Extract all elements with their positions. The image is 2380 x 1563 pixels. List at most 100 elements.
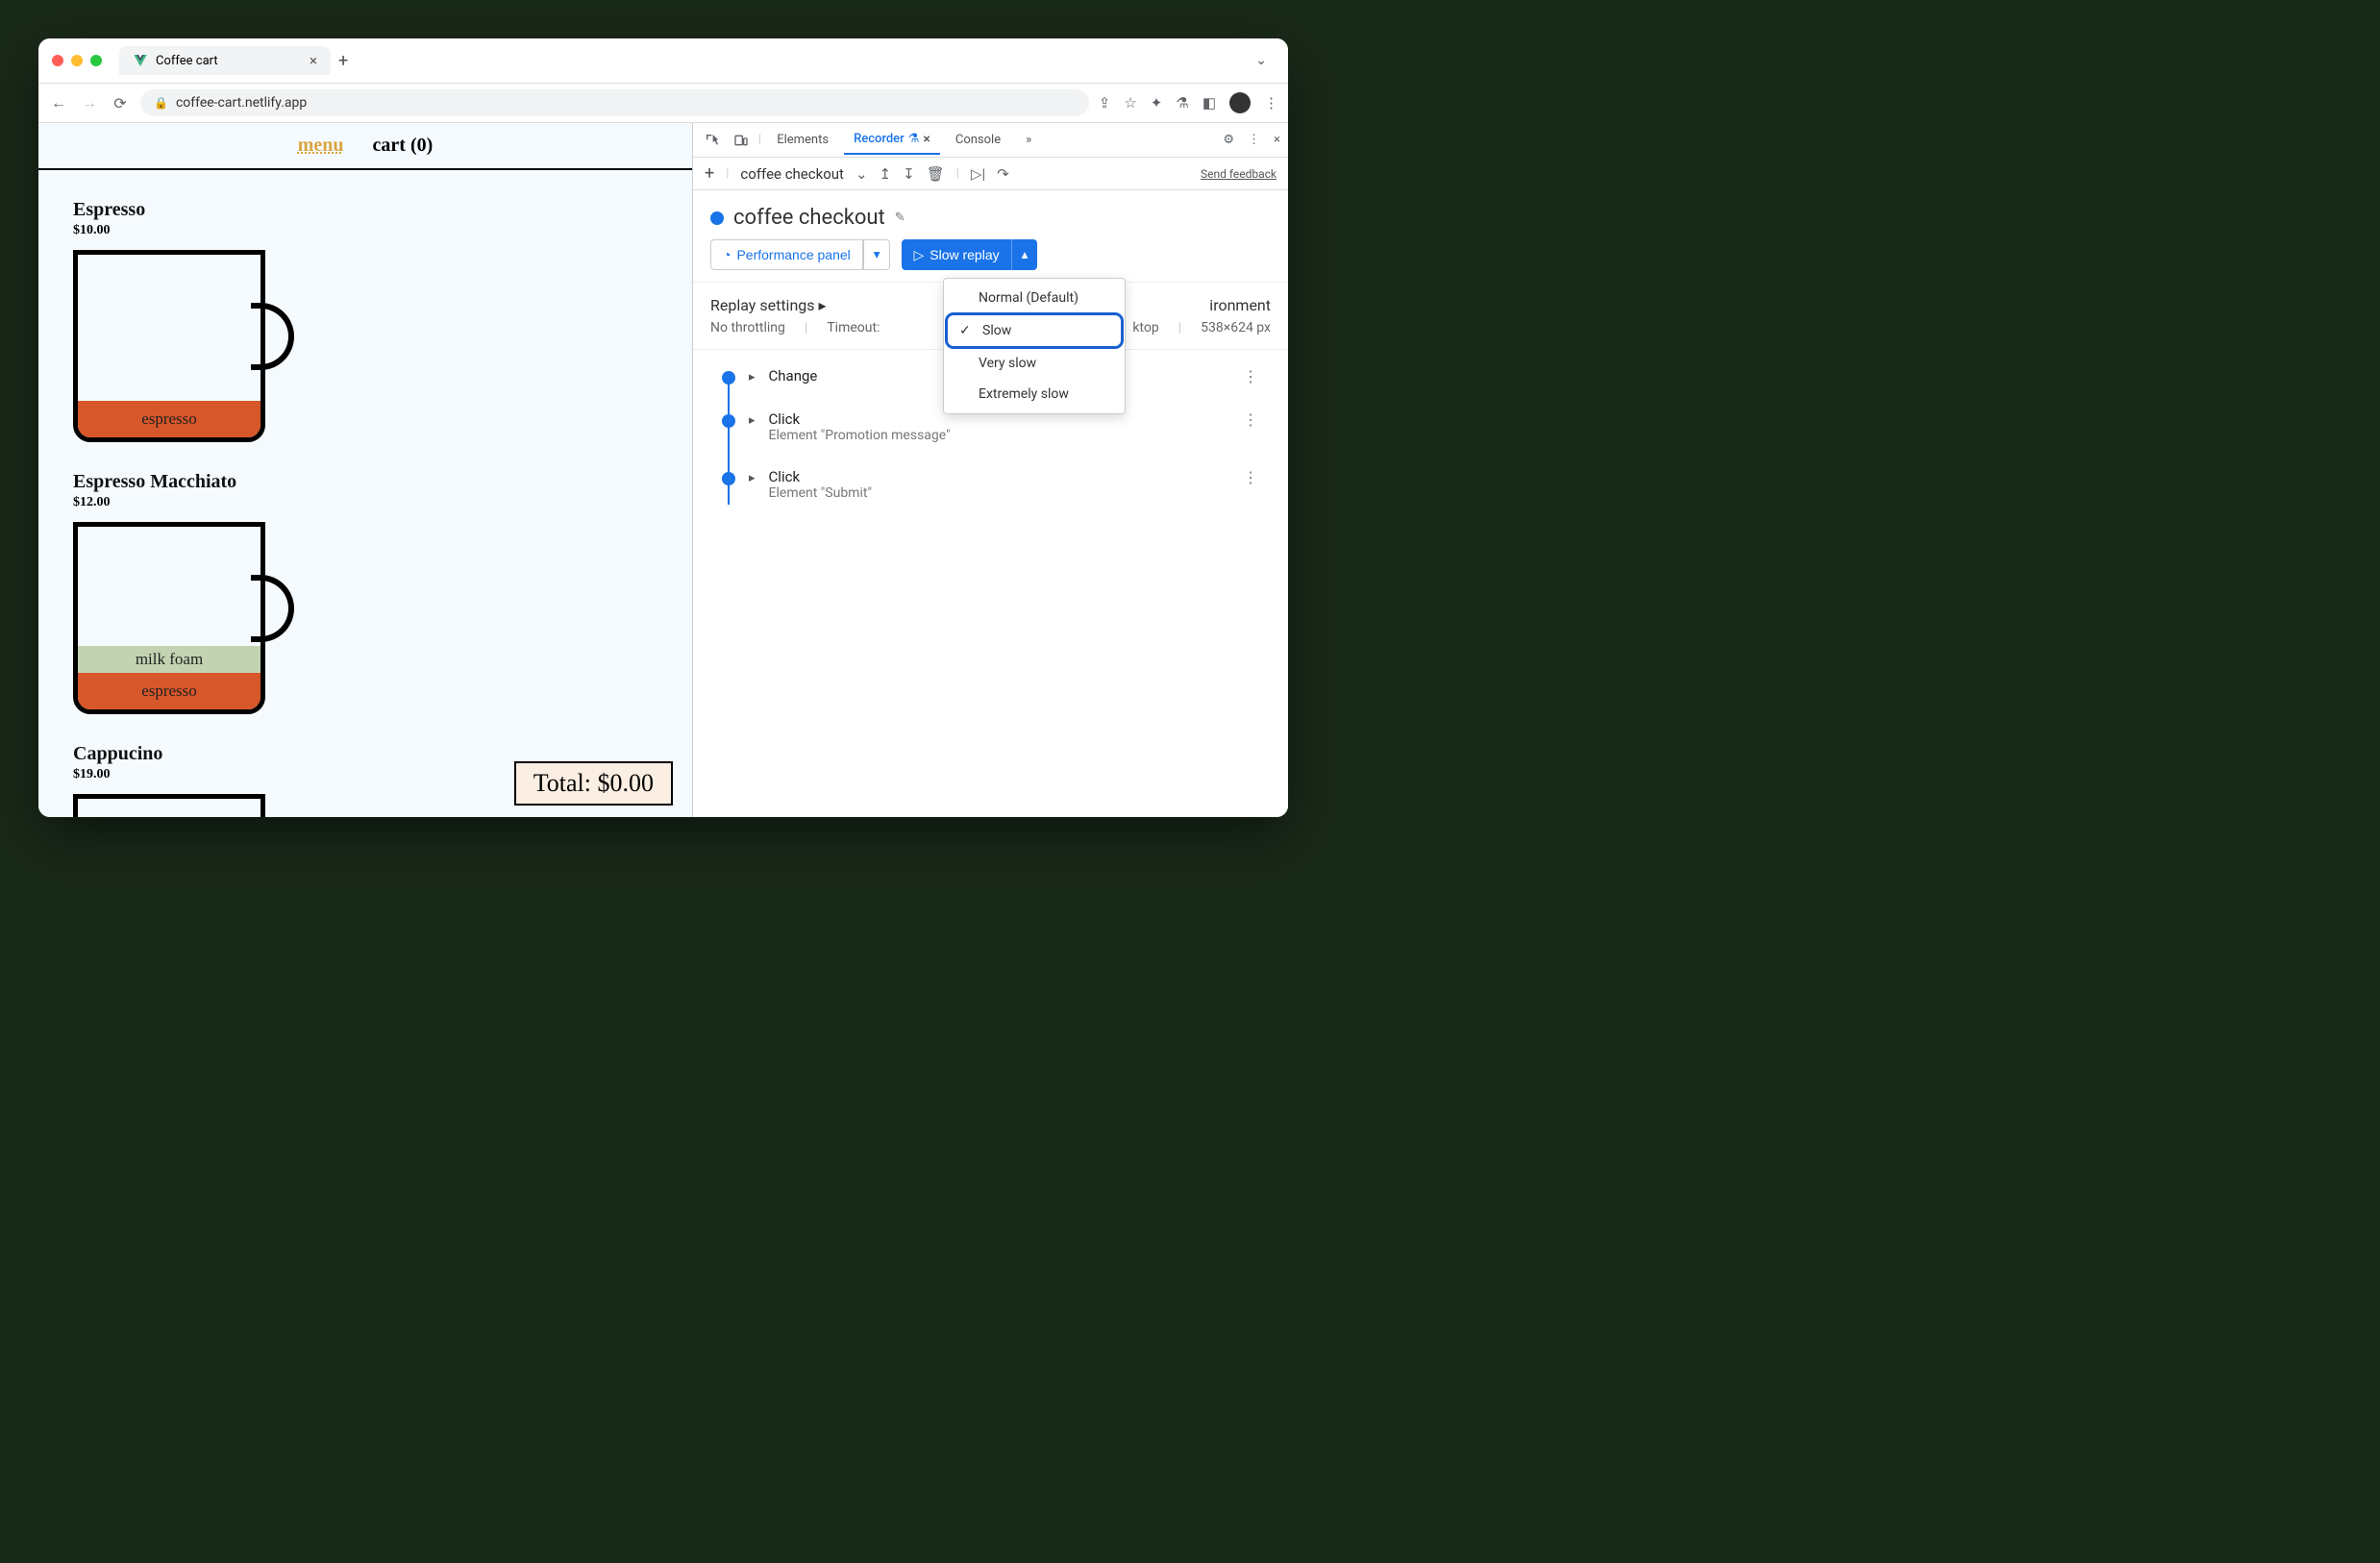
- tab-recorder[interactable]: Recorder ⚗ ×: [844, 126, 940, 155]
- new-tab-button[interactable]: +: [338, 51, 348, 71]
- device-toggle-icon[interactable]: [730, 127, 753, 154]
- speed-very-slow[interactable]: Very slow: [944, 348, 1125, 379]
- tabs-chevron-icon[interactable]: ⌄: [1248, 49, 1275, 72]
- share-icon[interactable]: ⇪: [1099, 94, 1111, 112]
- forward-button[interactable]: →: [79, 92, 100, 113]
- device-value[interactable]: ktop: [1132, 320, 1158, 335]
- cup-graphic: espresso: [73, 250, 294, 442]
- delete-icon[interactable]: 🗑: [927, 165, 945, 183]
- labs-icon[interactable]: ⚗: [1176, 94, 1188, 112]
- new-recording-button[interactable]: +: [705, 163, 714, 184]
- timeout-label[interactable]: Timeout:: [827, 320, 880, 335]
- recording-selector[interactable]: coffee checkout: [740, 165, 844, 183]
- traffic-lights: [52, 55, 102, 66]
- browser-window: Coffee cart × + ⌄ ← → ⟳ 🔒 coffee-cart.ne…: [38, 38, 1288, 817]
- replay-settings-label[interactable]: Replay settings ▸: [710, 296, 827, 314]
- speed-normal[interactable]: Normal (Default): [944, 283, 1125, 313]
- step-more-icon[interactable]: ⋮: [1243, 367, 1259, 385]
- expand-step-icon[interactable]: ▸: [749, 370, 756, 385]
- inspect-icon[interactable]: [701, 127, 724, 154]
- product-card[interactable]: Espresso Macchiato $12.00 milk foamespre…: [73, 471, 352, 714]
- step-more-icon[interactable]: ⋮: [1243, 410, 1259, 429]
- environment-label: ironment: [1209, 296, 1271, 314]
- play-icon: ▷: [913, 247, 924, 263]
- maximize-window-button[interactable]: [90, 55, 102, 66]
- product-card[interactable]: Espresso $10.00 espresso: [73, 199, 352, 442]
- recording-dot-icon: [710, 211, 724, 225]
- replay-button[interactable]: ▷ Slow replay: [902, 239, 1010, 270]
- cup-handle: [251, 575, 294, 642]
- url-bar: ← → ⟳ 🔒 coffee-cart.netlify.app ⇪ ☆ ✦ ⚗ …: [38, 84, 1288, 123]
- product-name: Espresso: [73, 199, 352, 221]
- vue-favicon: [133, 53, 148, 68]
- devtools-kebab-icon[interactable]: ⋮: [1248, 133, 1260, 147]
- recorder-header: coffee checkout ✎: [693, 190, 1288, 239]
- export-icon[interactable]: ↥: [880, 165, 892, 183]
- cup-body: espresso: [73, 250, 265, 442]
- step-icon[interactable]: ↷: [997, 165, 1009, 183]
- product-card[interactable]: Cappucino $19.00 milk foamsteamed milkes…: [73, 743, 352, 817]
- recording-title: coffee checkout: [733, 206, 885, 230]
- close-window-button[interactable]: [52, 55, 63, 66]
- extensions-icon[interactable]: ✦: [1151, 94, 1163, 112]
- nav-menu-link[interactable]: menu: [298, 135, 344, 157]
- tab-console[interactable]: Console: [946, 127, 1010, 153]
- url-text: coffee-cart.netlify.app: [176, 95, 307, 111]
- tab-elements[interactable]: Elements: [767, 127, 838, 153]
- step-over-icon[interactable]: ▷|: [971, 165, 985, 183]
- devtools-panel: | Elements Recorder ⚗ × Console » ⚙ ⋮ × …: [692, 123, 1288, 817]
- dimensions-value[interactable]: 538×624 px: [1201, 320, 1271, 335]
- throttling-value[interactable]: No throttling: [710, 320, 785, 335]
- replay-speed-dropdown: Normal (Default) ✓ Slow Very slow Extrem…: [943, 278, 1126, 414]
- expand-step-icon[interactable]: ▸: [749, 471, 756, 485]
- settings-gear-icon[interactable]: ⚙: [1223, 133, 1234, 147]
- url-actions: ⇪ ☆ ✦ ⚗ ◧ ⋮: [1099, 92, 1278, 113]
- lock-icon: 🔒: [154, 96, 168, 110]
- send-feedback-link[interactable]: Send feedback: [1201, 167, 1277, 181]
- browser-tab[interactable]: Coffee cart ×: [119, 46, 331, 75]
- import-icon[interactable]: ↧: [903, 165, 915, 183]
- cup-layer: espresso: [78, 673, 260, 709]
- title-bar: Coffee cart × + ⌄: [38, 38, 1288, 84]
- replay-speed-dropdown-button[interactable]: ▴: [1011, 239, 1038, 270]
- close-recorder-tab-icon[interactable]: ×: [923, 132, 930, 147]
- close-devtools-icon[interactable]: ×: [1274, 133, 1280, 147]
- recorder-toolbar: + | coffee checkout ⌄ ↥ ↧ 🗑 | ▷| ↷ Send …: [693, 158, 1288, 190]
- product-name: Cappucino: [73, 743, 352, 765]
- performance-panel-dropdown[interactable]: ▾: [863, 239, 891, 270]
- panel-icon[interactable]: ◧: [1202, 94, 1216, 112]
- recording-dropdown-icon[interactable]: ⌄: [855, 165, 868, 183]
- step-dot-icon: [722, 371, 735, 385]
- kebab-menu-icon[interactable]: ⋮: [1264, 94, 1278, 112]
- edit-title-icon[interactable]: ✎: [895, 211, 905, 225]
- step-title: Click: [769, 410, 951, 428]
- recorder-actions: ◔ Performance panel ▾ ▷ Slow replay ▴ No…: [693, 239, 1288, 282]
- reload-button[interactable]: ⟳: [110, 92, 131, 113]
- nav-cart-link[interactable]: cart (0): [373, 135, 434, 157]
- cup-layer: espresso: [78, 401, 260, 437]
- cup-handle: [251, 303, 294, 370]
- minimize-window-button[interactable]: [71, 55, 83, 66]
- profile-avatar[interactable]: [1229, 92, 1251, 113]
- expand-step-icon[interactable]: ▸: [749, 413, 756, 428]
- back-button[interactable]: ←: [48, 92, 69, 113]
- devtools-tabs: | Elements Recorder ⚗ × Console » ⚙ ⋮ ×: [693, 123, 1288, 158]
- step-item[interactable]: ▸ Click Element "Promotion message" ⋮: [722, 410, 1259, 443]
- cup-body: milk foamsteamed milkespresso: [73, 794, 265, 817]
- more-tabs-icon[interactable]: »: [1016, 127, 1041, 153]
- cup-graphic: milk foamsteamed milkespresso: [73, 794, 294, 817]
- speed-slow[interactable]: ✓ Slow: [948, 315, 1121, 346]
- product-name: Espresso Macchiato: [73, 471, 352, 493]
- flask-icon: ⚗: [908, 132, 920, 146]
- speed-extremely-slow[interactable]: Extremely slow: [944, 379, 1125, 409]
- close-tab-icon[interactable]: ×: [310, 52, 317, 69]
- page-content: menu cart (0) Espresso $10.00 espresso E…: [38, 123, 692, 817]
- performance-panel-button[interactable]: ◔ Performance panel: [710, 239, 863, 270]
- address-bar[interactable]: 🔒 coffee-cart.netlify.app: [140, 89, 1089, 116]
- step-more-icon[interactable]: ⋮: [1243, 468, 1259, 486]
- content-area: menu cart (0) Espresso $10.00 espresso E…: [38, 123, 1288, 817]
- step-description: Element "Promotion message": [769, 428, 951, 443]
- step-item[interactable]: ▸ Click Element "Submit" ⋮: [722, 468, 1259, 501]
- bookmark-icon[interactable]: ☆: [1124, 94, 1136, 112]
- app-nav: menu cart (0): [38, 123, 692, 170]
